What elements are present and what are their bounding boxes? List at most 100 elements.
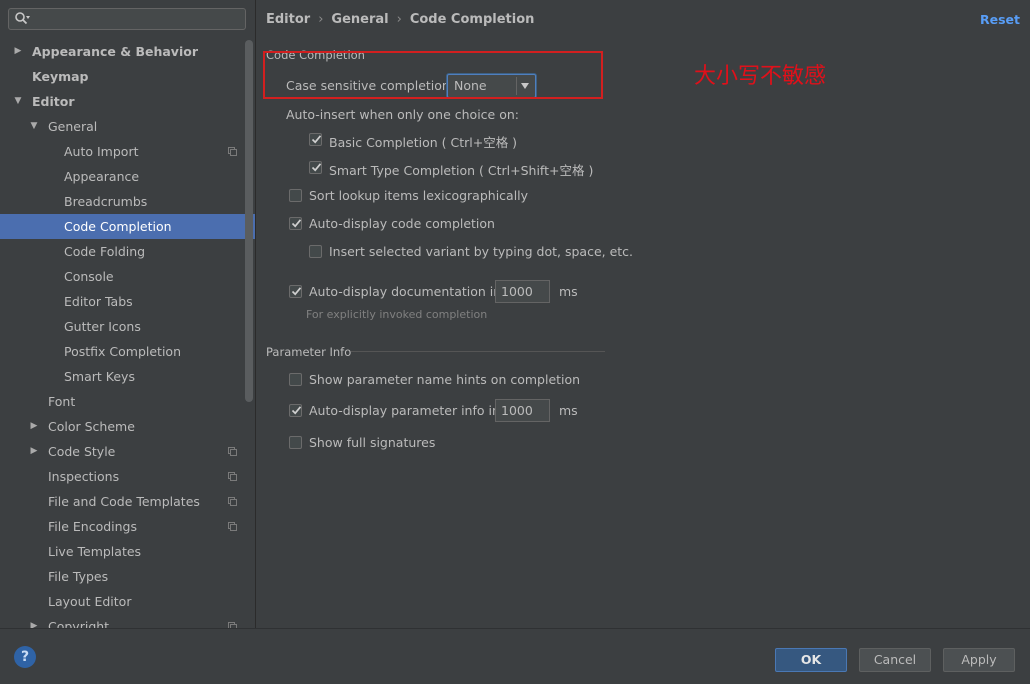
auto-display-completion-checkbox[interactable] xyxy=(289,217,302,230)
sidebar-item-label: Code Completion xyxy=(64,219,172,234)
sidebar-item-label: Code Style xyxy=(48,444,116,459)
sidebar-item-label: Keymap xyxy=(32,69,89,84)
sidebar-item-keymap[interactable]: Keymap xyxy=(0,64,255,89)
show-full-signatures-checkbox[interactable] xyxy=(289,436,302,449)
sidebar-item-auto-import[interactable]: Auto Import xyxy=(0,139,255,164)
project-settings-icon xyxy=(228,147,237,156)
sidebar-item-file-types[interactable]: File Types xyxy=(0,564,255,589)
auto-display-param-info-label: Auto-display parameter info in xyxy=(309,403,500,418)
insert-selected-variant-checkbox[interactable] xyxy=(309,245,322,258)
dialog-button-bar: ? OK Cancel Apply xyxy=(0,628,1030,684)
sort-lookup-checkbox[interactable] xyxy=(289,189,302,202)
chevron-down-icon[interactable]: ▼ xyxy=(29,114,39,139)
sidebar-item-label: File and Code Templates xyxy=(48,494,200,509)
documentation-unit-label: ms xyxy=(559,284,578,299)
breadcrumb-separator: › xyxy=(318,12,324,27)
sidebar-item-appearance[interactable]: Appearance xyxy=(0,164,255,189)
reset-link[interactable]: Reset xyxy=(980,12,1020,27)
sidebar-item-label: File Types xyxy=(48,569,109,584)
sidebar-item-postfix-completion[interactable]: Postfix Completion xyxy=(0,339,255,364)
sidebar-item-code-style[interactable]: ▶ Code Style xyxy=(0,439,255,464)
sidebar-item-editor[interactable]: ▼ Editor xyxy=(0,89,255,114)
cancel-button[interactable]: Cancel xyxy=(859,648,931,672)
sidebar-item-label: General xyxy=(48,119,98,134)
apply-button[interactable]: Apply xyxy=(943,648,1015,672)
project-settings-icon xyxy=(228,497,237,506)
documentation-hint: For explicitly invoked completion xyxy=(306,308,488,321)
sidebar-scrollbar[interactable] xyxy=(245,40,253,402)
chevron-right-icon[interactable]: ▶ xyxy=(13,39,23,64)
breadcrumb-code-completion: Code Completion xyxy=(409,12,535,27)
sidebar-item-label: Editor Tabs xyxy=(64,294,133,309)
sidebar-item-label: Font xyxy=(48,394,76,409)
sidebar-item-label: Code Folding xyxy=(64,244,146,259)
sidebar-item-file-encodings[interactable]: File Encodings xyxy=(0,514,255,539)
sidebar-item-breadcrumbs[interactable]: Breadcrumbs xyxy=(0,189,255,214)
sidebar-item-smart-keys[interactable]: Smart Keys xyxy=(0,364,255,389)
basic-completion-checkbox[interactable] xyxy=(309,133,322,146)
search-icon[interactable] xyxy=(14,11,30,27)
sidebar-item-code-completion[interactable]: Code Completion xyxy=(0,214,255,239)
auto-insert-label: Auto-insert when only one choice on: xyxy=(286,107,519,122)
sidebar-item-appearance-behavior[interactable]: ▶ Appearance & Behavior xyxy=(0,39,255,64)
chevron-down-icon[interactable]: ▼ xyxy=(13,89,23,114)
param-info-delay-input[interactable]: 1000 xyxy=(495,399,550,422)
sidebar-item-label: File Encodings xyxy=(48,519,138,534)
auto-display-completion-label: Auto-display code completion xyxy=(309,216,495,231)
project-settings-icon xyxy=(228,472,237,481)
sidebar-item-console[interactable]: Console xyxy=(0,264,255,289)
chevron-right-icon[interactable]: ▶ xyxy=(29,414,39,439)
auto-display-documentation-label: Auto-display documentation in xyxy=(309,284,502,299)
sidebar-item-label: Breadcrumbs xyxy=(64,194,148,209)
sidebar-item-label: Layout Editor xyxy=(48,594,132,609)
help-icon[interactable]: ? xyxy=(14,646,36,668)
sidebar-item-inspections[interactable]: Inspections xyxy=(0,464,255,489)
search-box[interactable] xyxy=(8,8,246,30)
annotation-highlight-box xyxy=(263,51,603,99)
breadcrumb-separator: › xyxy=(396,12,402,27)
sidebar-item-editor-tabs[interactable]: Editor Tabs xyxy=(0,289,255,314)
sort-lookup-label: Sort lookup items lexicographically xyxy=(309,188,529,203)
sidebar-item-font[interactable]: Font xyxy=(0,389,255,414)
section-divider xyxy=(351,351,605,352)
sidebar-item-code-folding[interactable]: Code Folding xyxy=(0,239,255,264)
sidebar-item-color-scheme[interactable]: ▶ Color Scheme xyxy=(0,414,255,439)
sidebar-item-layout-editor[interactable]: Layout Editor xyxy=(0,589,255,614)
chevron-right-icon[interactable]: ▶ xyxy=(29,614,39,628)
sidebar-item-label: Console xyxy=(64,269,114,284)
sidebar-item-label: Inspections xyxy=(48,469,120,484)
show-name-hints-checkbox[interactable] xyxy=(289,373,302,386)
auto-display-param-info-checkbox[interactable] xyxy=(289,404,302,417)
breadcrumb-general[interactable]: General xyxy=(331,12,388,27)
breadcrumb: Editor › General › Code Completion xyxy=(266,12,534,27)
sidebar-item-label: Auto Import xyxy=(64,144,139,159)
auto-display-documentation-checkbox[interactable] xyxy=(289,285,302,298)
sidebar-item-label: Appearance xyxy=(64,169,140,184)
sidebar-item-label: Copyright xyxy=(48,619,110,628)
sidebar-item-general[interactable]: ▼ General xyxy=(0,114,255,139)
smart-type-completion-checkbox[interactable] xyxy=(309,161,322,174)
settings-content: Editor › General › Code Completion Reset Cod… xyxy=(256,0,1030,628)
sidebar-item-gutter-icons[interactable]: Gutter Icons xyxy=(0,314,255,339)
sidebar-item-label: Color Scheme xyxy=(48,419,135,434)
sidebar-item-label: Editor xyxy=(32,94,75,109)
settings-sidebar: ▶ Appearance & Behavior Keymap ▼ Editor … xyxy=(0,0,256,628)
sidebar-item-label: Appearance & Behavior xyxy=(32,44,198,59)
insert-selected-variant-label: Insert selected variant by typing dot, s… xyxy=(329,244,634,259)
documentation-delay-input[interactable]: 1000 xyxy=(495,280,550,303)
checkmark-icon xyxy=(291,406,302,415)
checkmark-icon xyxy=(311,163,322,172)
ok-button[interactable]: OK xyxy=(775,648,847,672)
sidebar-item-copyright[interactable]: ▶ Copyright xyxy=(0,614,255,628)
search-input[interactable] xyxy=(39,10,239,28)
chevron-right-icon[interactable]: ▶ xyxy=(29,439,39,464)
breadcrumb-editor[interactable]: Editor xyxy=(266,12,310,27)
basic-completion-label: Basic Completion ( Ctrl+空格 ) xyxy=(329,135,518,150)
annotation-text: 大小写不敏感 xyxy=(694,64,827,89)
sidebar-item-live-templates[interactable]: Live Templates xyxy=(0,539,255,564)
checkmark-icon xyxy=(291,287,302,296)
project-settings-icon xyxy=(228,447,237,456)
sidebar-item-label: Live Templates xyxy=(48,544,142,559)
sidebar-item-file-code-templates[interactable]: File and Code Templates xyxy=(0,489,255,514)
sidebar-item-label: Gutter Icons xyxy=(64,319,141,334)
